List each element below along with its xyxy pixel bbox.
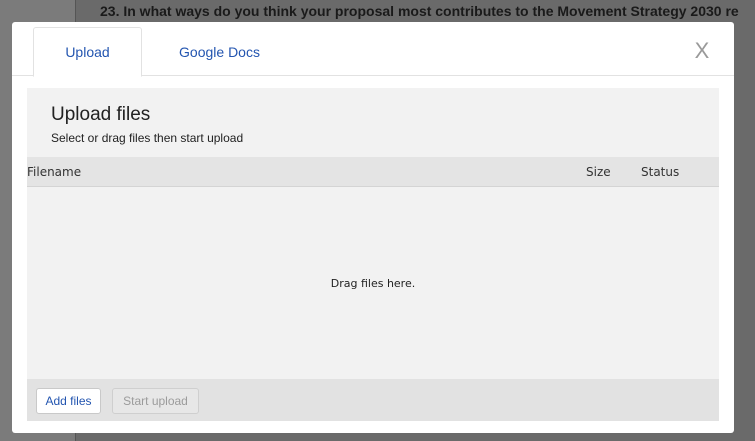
column-header-filename: Filename xyxy=(27,165,82,179)
file-list-header: Filename Size Status xyxy=(27,157,719,187)
close-button[interactable]: X xyxy=(692,40,712,62)
drop-zone[interactable]: Drag files here. xyxy=(27,187,719,379)
background-question-text: 23. In what ways do you think your propo… xyxy=(100,3,739,19)
tab-google-docs[interactable]: Google Docs xyxy=(157,27,282,77)
start-upload-button[interactable]: Start upload xyxy=(112,388,199,414)
tab-upload[interactable]: Upload xyxy=(33,27,142,77)
upload-panel: Upload files Select or drag files then s… xyxy=(27,88,719,421)
tab-bar: Upload Google Docs X xyxy=(12,22,734,77)
add-files-button[interactable]: Add files xyxy=(36,388,101,414)
panel-subtitle: Select or drag files then start upload xyxy=(51,131,244,145)
panel-title: Upload files xyxy=(51,104,151,125)
upload-footer: Add files Start upload xyxy=(27,379,719,421)
column-header-size: Size xyxy=(586,165,611,179)
column-header-status: Status xyxy=(641,165,680,179)
upload-modal: Upload Google Docs X Upload files Select… xyxy=(12,22,734,433)
drop-zone-text: Drag files here. xyxy=(330,277,416,290)
